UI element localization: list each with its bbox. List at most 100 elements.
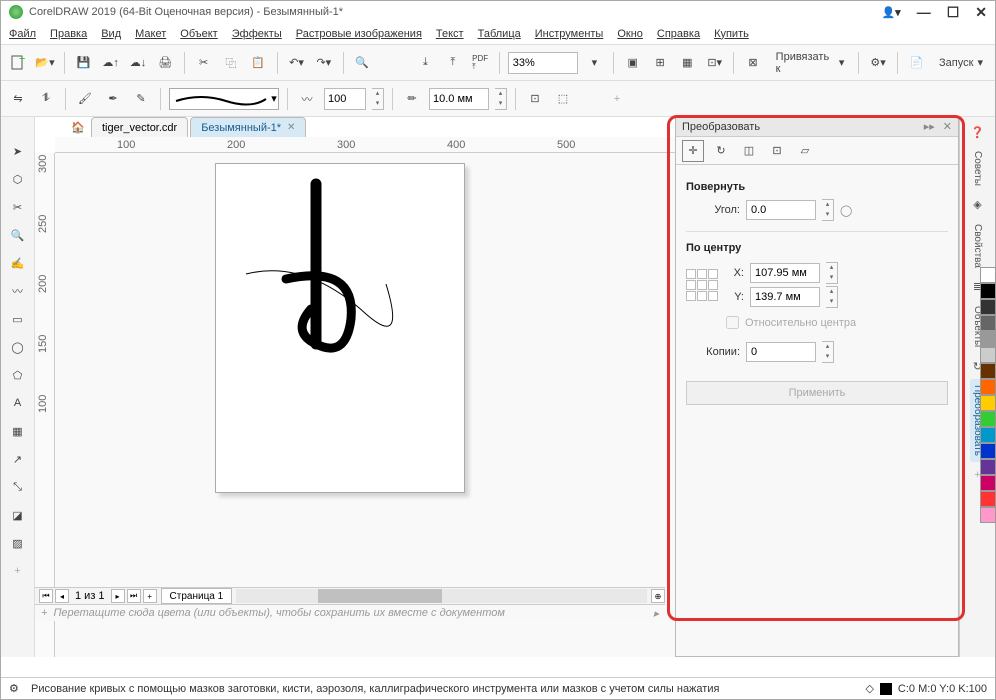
import-button[interactable]: ⤓ xyxy=(415,52,436,74)
current-fill-swatch[interactable] xyxy=(880,683,892,695)
position-tab-icon[interactable]: ✛ xyxy=(682,140,704,162)
print-button[interactable]: 🖨 xyxy=(155,52,176,74)
page-tab[interactable]: Страница 1 xyxy=(161,588,233,604)
menu-window[interactable]: Окно xyxy=(617,28,643,40)
snap-dropdown[interactable]: Привязать к ▾ xyxy=(770,52,851,74)
color-swatch[interactable] xyxy=(980,363,996,379)
hscrollbar[interactable] xyxy=(236,589,647,603)
polygon-tool[interactable]: ⬠ xyxy=(6,363,30,387)
color-swatch[interactable] xyxy=(980,347,996,363)
pen-icon[interactable]: ✒ xyxy=(102,88,124,110)
home-icon[interactable]: 🏠 xyxy=(69,118,87,136)
copies-spinner[interactable]: ▴▾ xyxy=(822,341,834,363)
hints-tab[interactable]: Советы xyxy=(970,145,985,192)
add-icon[interactable]: + xyxy=(606,88,628,110)
open-button[interactable]: 📂▾ xyxy=(34,52,55,74)
dotted-box-icon[interactable]: ⬚ xyxy=(552,88,574,110)
effects-tool[interactable]: ◪ xyxy=(6,503,30,527)
y-spinner[interactable]: ▴▾ xyxy=(826,286,838,308)
menu-view[interactable]: Вид xyxy=(101,28,121,40)
transparency-tool[interactable]: ▨ xyxy=(6,531,30,555)
fill-icon[interactable]: ◇ xyxy=(865,682,873,695)
prev-page-button[interactable]: ◂ xyxy=(55,589,69,603)
menu-buy[interactable]: Купить xyxy=(714,28,749,40)
connector-tool[interactable]: ⤡ xyxy=(6,475,30,499)
crop-tool[interactable]: ✂ xyxy=(6,195,30,219)
zoom-reset-icon[interactable]: ⊕ xyxy=(651,589,665,603)
menu-tools[interactable]: Инструменты xyxy=(535,28,604,40)
scale-tab-icon[interactable]: ◫ xyxy=(738,140,760,162)
color-swatch[interactable] xyxy=(980,283,996,299)
tab-close-icon[interactable]: ✕ xyxy=(287,122,295,133)
pick-tool[interactable]: ➤ xyxy=(6,139,30,163)
copy-button[interactable]: ⿻ xyxy=(220,52,241,74)
color-swatch[interactable] xyxy=(980,475,996,491)
x-input[interactable] xyxy=(750,263,820,283)
properties-tab[interactable]: Свойства xyxy=(970,218,985,274)
first-page-button[interactable]: ⏮ xyxy=(39,589,53,603)
ellipse-tool[interactable]: ◯ xyxy=(6,335,30,359)
cloud-up-icon[interactable]: ☁↑ xyxy=(100,52,121,74)
mirror-h-icon[interactable]: ⇋ xyxy=(7,88,29,110)
menu-table[interactable]: Таблица xyxy=(478,28,521,40)
color-swatch[interactable] xyxy=(980,427,996,443)
mirror-v-icon[interactable]: ⥮ xyxy=(35,88,57,110)
eyedropper-tool[interactable]: + xyxy=(6,559,30,583)
export-button[interactable]: ⤒ xyxy=(442,52,463,74)
launch-icon[interactable]: 📄 xyxy=(906,52,927,74)
redo-button[interactable]: ↷▾ xyxy=(313,52,334,74)
apply-button[interactable]: Применить xyxy=(686,381,948,405)
snap-icon[interactable]: ⊠ xyxy=(742,52,763,74)
color-swatch[interactable] xyxy=(980,395,996,411)
color-swatch[interactable] xyxy=(980,379,996,395)
color-tray[interactable]: + Перетащите сюда цвета (или объекты), ч… xyxy=(35,604,665,621)
ruler-vertical[interactable]: 300 250 200 150 100 xyxy=(35,153,55,657)
color-swatch[interactable] xyxy=(980,443,996,459)
menu-layout[interactable]: Макет xyxy=(135,28,166,40)
paste-button[interactable]: 📋 xyxy=(248,52,269,74)
artistic-tool[interactable]: 〰 xyxy=(6,279,30,303)
pdf-button[interactable]: PDF⤒ xyxy=(469,52,490,74)
color-swatch[interactable] xyxy=(980,507,996,523)
anchor-grid[interactable] xyxy=(686,269,718,301)
save-button[interactable]: 💾 xyxy=(73,52,94,74)
dimension-tool[interactable]: ↗ xyxy=(6,447,30,471)
shape-tool[interactable]: ⬡ xyxy=(6,167,30,191)
smoothness-input[interactable] xyxy=(324,88,366,110)
help-icon[interactable]: ❓ xyxy=(969,123,987,141)
preview-icon[interactable]: ⊞ xyxy=(649,52,670,74)
stroke-width-icon[interactable]: ✏ xyxy=(401,88,423,110)
relative-checkbox[interactable] xyxy=(726,316,739,329)
props-icon[interactable]: ◈ xyxy=(969,196,987,214)
status-gear-icon[interactable]: ⚙ xyxy=(9,682,23,696)
copies-input[interactable] xyxy=(746,342,816,362)
cut-button[interactable]: ✂ xyxy=(193,52,214,74)
bounding-icon[interactable]: ⊡ xyxy=(524,88,546,110)
cloud-down-icon[interactable]: ☁↓ xyxy=(127,52,148,74)
doc-tab-1[interactable]: tiger_vector.cdr xyxy=(91,117,188,137)
menu-help[interactable]: Справка xyxy=(657,28,700,40)
search-icon[interactable]: 🔍 xyxy=(351,52,372,74)
size-tab-icon[interactable]: ⊡ xyxy=(766,140,788,162)
menu-bitmaps[interactable]: Растровые изображения xyxy=(296,28,422,40)
guides-icon[interactable]: ⊡▾ xyxy=(704,52,725,74)
angle-spinner[interactable]: ▴▾ xyxy=(822,199,834,221)
color-swatch[interactable] xyxy=(980,267,996,283)
menu-effects[interactable]: Эффекты xyxy=(232,28,282,40)
zoom-tool[interactable]: 🔍 xyxy=(6,223,30,247)
zoom-dropdown-icon[interactable]: ▾ xyxy=(584,52,605,74)
freehand-tool[interactable]: ✍ xyxy=(6,251,30,275)
freehand-smooth-icon[interactable]: 〰 xyxy=(296,88,318,110)
menu-edit[interactable]: Правка xyxy=(50,28,87,40)
stroke-preview[interactable]: ▾ xyxy=(169,88,279,110)
settings-icon[interactable]: ⚙▾ xyxy=(867,52,888,74)
color-swatch[interactable] xyxy=(980,299,996,315)
color-swatch[interactable] xyxy=(980,331,996,347)
docker-close-icon[interactable]: ✕ xyxy=(943,120,952,133)
new-button[interactable]: + xyxy=(7,52,28,74)
add-page-button[interactable]: + xyxy=(143,589,157,603)
color-swatch[interactable] xyxy=(980,315,996,331)
menu-file[interactable]: Файл xyxy=(9,28,36,40)
x-spinner[interactable]: ▴▾ xyxy=(826,262,838,284)
menu-object[interactable]: Объект xyxy=(180,28,217,40)
